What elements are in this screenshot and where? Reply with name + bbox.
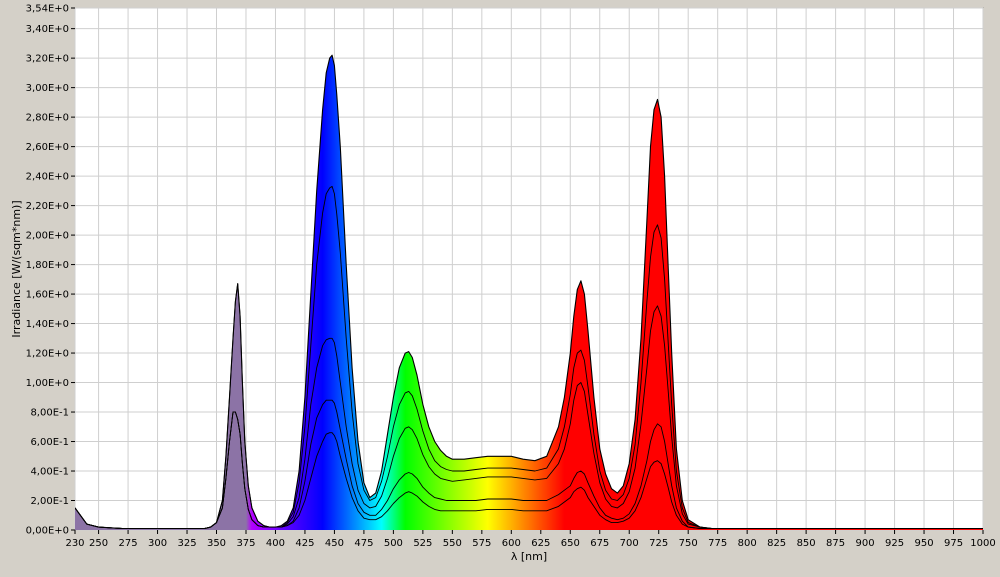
x-tick-label: 850 xyxy=(797,538,816,549)
y-tick-label: 1,40E+0 xyxy=(26,319,69,330)
y-tick-label: 4,00E-1 xyxy=(30,467,69,478)
x-tick-label: 550 xyxy=(443,538,462,549)
x-tick-label: 625 xyxy=(531,538,550,549)
x-tick-label: 325 xyxy=(177,538,196,549)
y-tick-label: 3,00E+0 xyxy=(26,83,69,94)
x-tick-label: 825 xyxy=(767,538,786,549)
x-tick-label: 950 xyxy=(914,538,933,549)
x-tick-label: 650 xyxy=(561,538,580,549)
x-tick-label: 900 xyxy=(856,538,875,549)
x-axis-ticks: 230 250 275 300 325 350 375 400 425 450 475 500 525 5… xyxy=(65,530,996,549)
x-tick-label: 875 xyxy=(826,538,845,549)
y-tick-label: 2,40E+0 xyxy=(26,172,69,183)
y-tick-label: 1,60E+0 xyxy=(26,290,69,301)
y-tick-label: 1,00E+0 xyxy=(26,378,69,389)
x-tick-label: 750 xyxy=(679,538,698,549)
y-tick-label: 3,20E+0 xyxy=(26,54,69,65)
x-tick-label: 275 xyxy=(119,538,138,549)
x-tick-label: 975 xyxy=(944,538,963,549)
x-tick-label: 450 xyxy=(325,538,344,549)
x-tick-label: 230 xyxy=(65,538,84,549)
x-tick-label: 400 xyxy=(266,538,285,549)
x-tick-label: 700 xyxy=(620,538,639,549)
y-axis-ticks: 0,00E+0 2,00E-1 4,00E-1 6,00E-1 8,00E-1 1,00E… xyxy=(26,4,75,537)
x-tick-label: 575 xyxy=(472,538,491,549)
x-tick-label: 475 xyxy=(354,538,373,549)
x-tick-label: 350 xyxy=(207,538,226,549)
y-tick-label: 2,80E+0 xyxy=(26,113,69,124)
x-tick-label: 500 xyxy=(384,538,403,549)
x-tick-label: 675 xyxy=(590,538,609,549)
y-tick-label: 2,60E+0 xyxy=(26,142,69,153)
plot-area xyxy=(74,7,984,531)
x-tick-label: 600 xyxy=(502,538,521,549)
y-tick-label: 6,00E-1 xyxy=(30,437,69,448)
x-tick-label: 775 xyxy=(708,538,727,549)
y-tick-label: 2,00E-1 xyxy=(30,496,69,507)
x-tick-label: 300 xyxy=(148,538,167,549)
x-tick-label: 800 xyxy=(738,538,757,549)
y-tick-label: 3,54E+0 xyxy=(26,4,69,15)
y-tick-label: 1,80E+0 xyxy=(26,260,69,271)
x-tick-label: 525 xyxy=(413,538,432,549)
x-tick-label: 725 xyxy=(649,538,668,549)
y-tick-label: 8,00E-1 xyxy=(30,408,69,419)
y-tick-label: 1,20E+0 xyxy=(26,349,69,360)
x-tick-label: 250 xyxy=(89,538,108,549)
x-tick-label: 1000 xyxy=(970,538,995,549)
y-tick-label: 2,00E+0 xyxy=(26,231,69,242)
x-axis-label: λ [nm] xyxy=(511,550,547,563)
chart-svg: 0,00E+0 2,00E-1 4,00E-1 6,00E-1 8,00E-1 1,00E… xyxy=(10,4,996,564)
x-tick-label: 925 xyxy=(885,538,904,549)
x-tick-label: 375 xyxy=(236,538,255,549)
y-tick-label: 2,20E+0 xyxy=(26,201,69,212)
y-tick-label: 0,00E+0 xyxy=(26,526,69,537)
x-tick-label: 425 xyxy=(295,538,314,549)
spectrum-chart: 0,00E+0 2,00E-1 4,00E-1 6,00E-1 8,00E-1 1,00E… xyxy=(0,0,1000,573)
y-axis-label: Irradiance [W/(sqm*nm)] xyxy=(10,200,23,337)
y-tick-label: 3,40E+0 xyxy=(26,24,69,35)
